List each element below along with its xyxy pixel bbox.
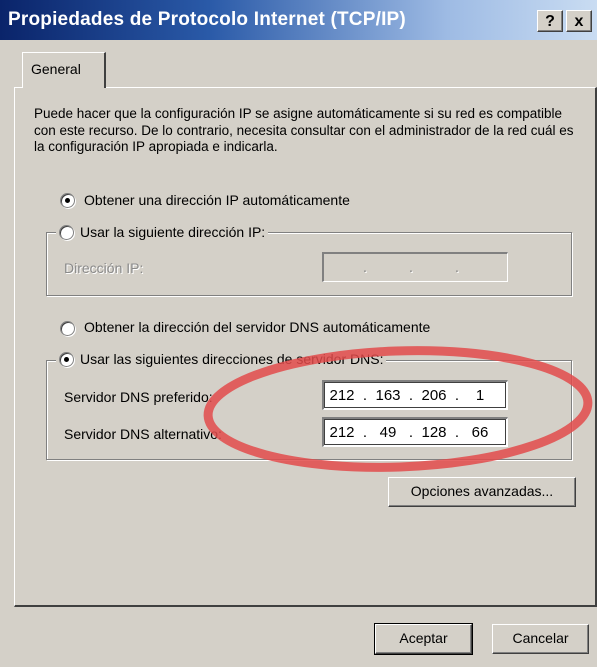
ip-auto-label[interactable]: Obtener una dirección IP automáticamente <box>84 192 350 208</box>
ip-dot-2: . <box>408 259 414 276</box>
dns-preferred-field[interactable]: 212. 163. 206. 1 <box>322 380 508 410</box>
dns-manual-legend: Usar las siguientes direcciones de servi… <box>56 351 387 367</box>
dns-manual-label[interactable]: Usar las siguientes direcciones de servi… <box>80 351 383 367</box>
dns-preferred-dot-2: . <box>408 387 414 404</box>
dns-auto-radio[interactable] <box>60 321 75 336</box>
tab-general[interactable]: General <box>22 52 106 88</box>
dns-preferred-octet-4: 1 <box>475 387 485 404</box>
ip-dot-1: . <box>362 259 368 276</box>
advanced-options-button[interactable]: Opciones avanzadas... <box>388 477 576 507</box>
ok-button[interactable]: Aceptar <box>374 623 473 655</box>
ip-dot-3: . <box>454 259 460 276</box>
ip-auto-radio[interactable] <box>60 193 75 208</box>
dns-alternate-label: Servidor DNS alternativo: <box>64 426 222 442</box>
dns-alternate-octet-3: 128 <box>421 424 447 441</box>
ip-manual-legend: Usar la siguiente dirección IP: <box>56 224 269 240</box>
dns-auto-label[interactable]: Obtener la dirección del servidor DNS au… <box>84 319 430 335</box>
window-title: Propiedades de Protocolo Internet (TCP/I… <box>8 9 406 30</box>
title-bar[interactable]: Propiedades de Protocolo Internet (TCP/I… <box>0 0 597 40</box>
dns-preferred-dot-3: . <box>454 387 460 404</box>
dns-preferred-label: Servidor DNS preferido: <box>64 389 213 405</box>
dns-alternate-dot-3: . <box>454 424 460 441</box>
dns-preferred-dot-1: . <box>362 387 368 404</box>
dns-preferred-octet-2: 163 <box>375 387 401 404</box>
dns-alternate-octet-4: 66 <box>471 424 489 441</box>
dns-preferred-octet-1: 212 <box>329 387 355 404</box>
dns-alternate-dot-1: . <box>362 424 368 441</box>
tab-general-label: General <box>31 61 81 77</box>
dns-alternate-octet-2: 49 <box>379 424 397 441</box>
dns-alternate-octet-1: 212 <box>329 424 355 441</box>
ip-manual-radio[interactable] <box>59 224 74 240</box>
ip-address-label: Dirección IP: <box>64 260 144 276</box>
close-button[interactable]: x <box>566 10 592 32</box>
dns-preferred-octet-3: 206 <box>421 387 447 404</box>
ip-address-field[interactable]: . . . <box>322 252 508 282</box>
intro-text: Puede hacer que la configuración IP se a… <box>34 106 574 154</box>
help-button[interactable]: ? <box>537 10 563 32</box>
dialog-window: Propiedades de Protocolo Internet (TCP/I… <box>0 0 597 667</box>
ip-manual-label[interactable]: Usar la siguiente dirección IP: <box>80 224 265 240</box>
dns-manual-radio[interactable] <box>59 351 74 367</box>
tab-panel <box>14 87 597 607</box>
cancel-button[interactable]: Cancelar <box>492 624 589 654</box>
dns-alternate-dot-2: . <box>408 424 414 441</box>
dns-alternate-field[interactable]: 212. 49. 128. 66 <box>322 417 508 447</box>
